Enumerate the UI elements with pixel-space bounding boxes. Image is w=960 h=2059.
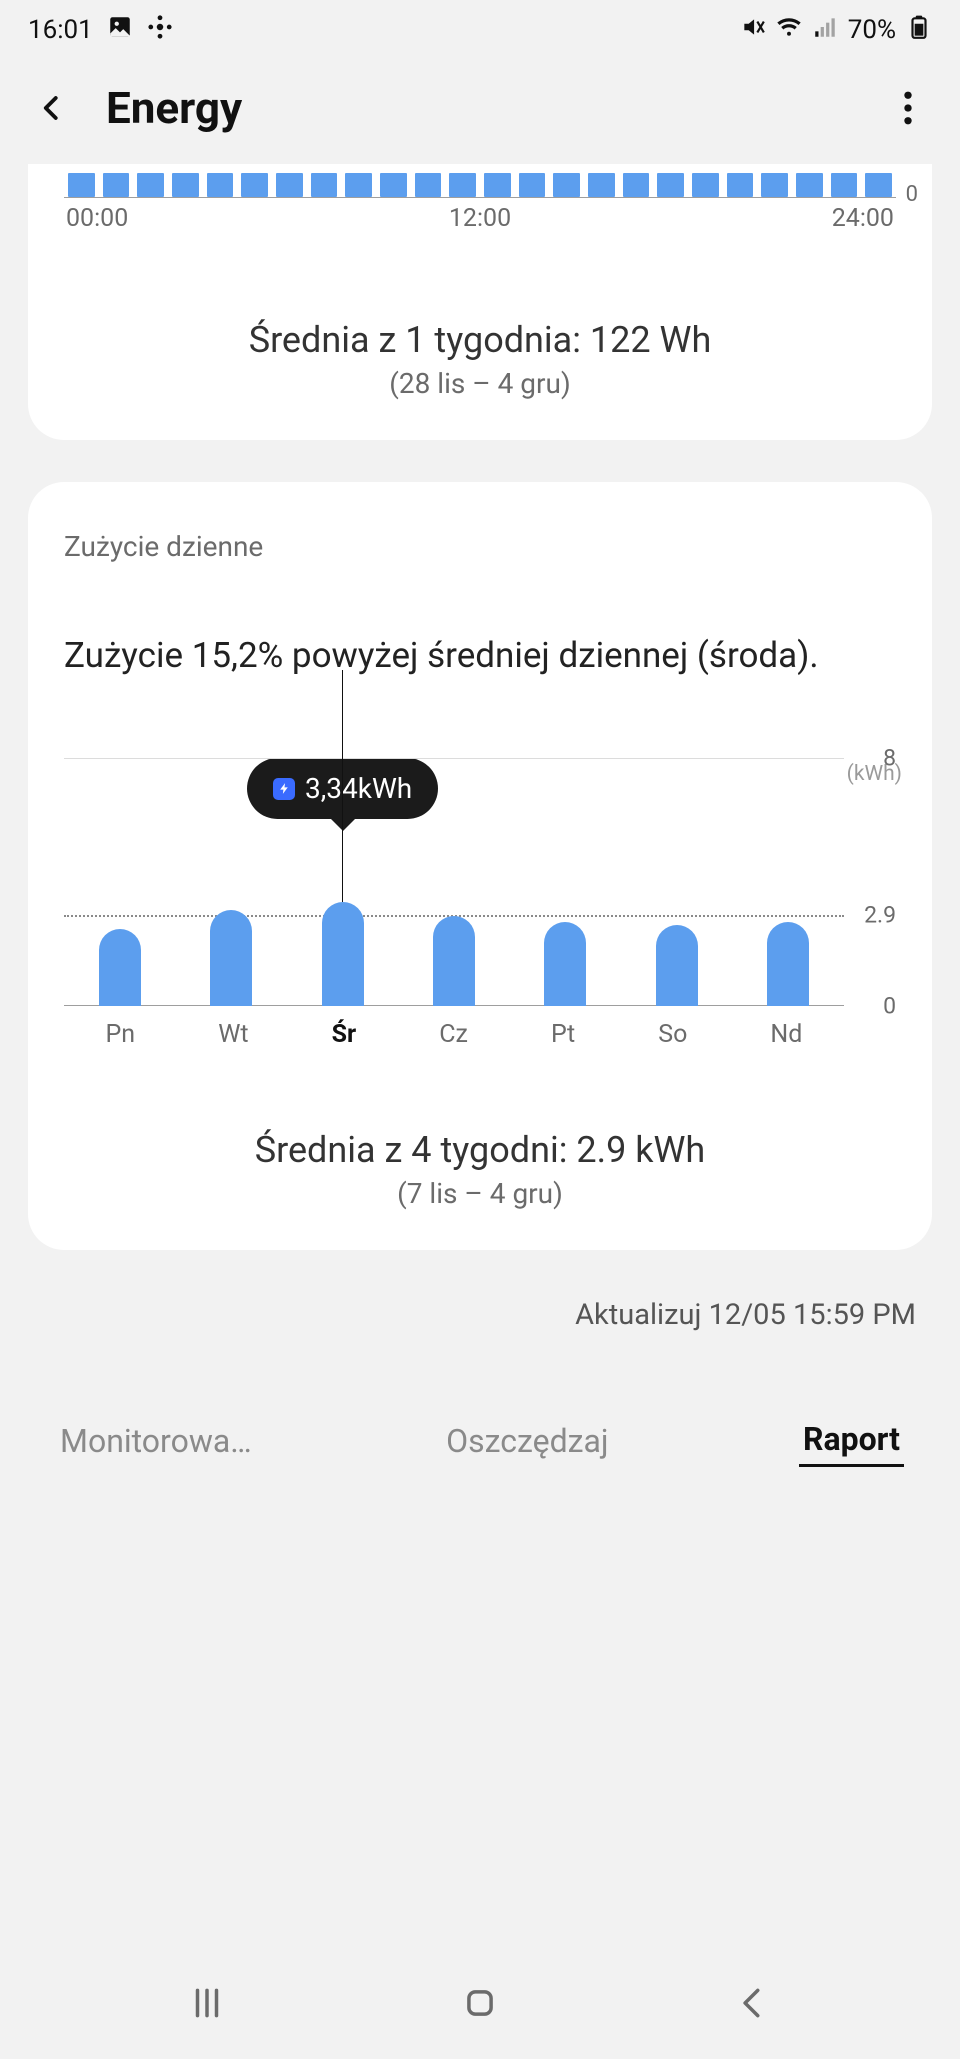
daily-bar[interactable] <box>322 902 364 1006</box>
signal-icon <box>812 14 838 47</box>
back-icon <box>734 1984 772 2022</box>
daily-section-label: Zużycie dzienne <box>64 530 896 563</box>
x-tick-label: Śr <box>332 1020 357 1049</box>
smartthings-icon <box>147 14 173 47</box>
daily-bar[interactable] <box>656 925 698 1006</box>
x-tick-label: Pt <box>551 1020 575 1049</box>
hourly-summary-sub: (28 lis – 4 gru) <box>64 367 896 400</box>
hourly-x-tick: 00:00 <box>66 204 128 233</box>
app-header: Energy <box>0 60 960 164</box>
status-battery-text: 70% <box>848 15 896 45</box>
home-icon <box>461 1984 499 2022</box>
mute-icon <box>740 14 766 47</box>
hourly-summary-title: Średnia z 1 tygodnia: 122 Wh <box>64 319 896 361</box>
x-tick-label: Wt <box>218 1020 248 1049</box>
nav-recents-button[interactable] <box>178 1974 236 2036</box>
daily-summary-sub: (7 lis – 4 gru) <box>64 1177 896 1210</box>
x-tick-label: So <box>658 1020 687 1049</box>
y-tick-avg: 2.9 <box>864 902 896 929</box>
back-button[interactable] <box>28 84 76 132</box>
nav-back-button[interactable] <box>724 1974 782 2036</box>
hourly-mini-chart: 0 <box>64 168 896 198</box>
daily-chart[interactable]: 3,34kWh (kWh) 8 2.9 0 PnWtŚrCzPtSoNd <box>64 758 896 1049</box>
daily-summary-title: Średnia z 4 tygodni: 2.9 kWh <box>64 1129 896 1171</box>
x-tick-label: Cz <box>439 1020 468 1049</box>
hourly-average-card: 0 00:00 12:00 24:00 Średnia z 1 tygodnia… <box>28 164 932 440</box>
y-tick-max: 8 <box>883 745 896 772</box>
nav-home-button[interactable] <box>451 1974 509 2036</box>
daily-bar[interactable] <box>767 922 809 1006</box>
more-options-button[interactable] <box>884 84 932 132</box>
system-nav-bar <box>0 1951 960 2059</box>
daily-headline: Zużycie 15,2% powyżej średniej dziennej … <box>64 631 896 680</box>
status-bar: 16:01 70% <box>0 0 960 60</box>
x-tick-label: Nd <box>770 1020 802 1049</box>
daily-bar[interactable] <box>210 910 252 1006</box>
bottom-tabs: Monitorowa… Oszczędzaj Raport <box>0 1362 960 1509</box>
more-vertical-icon <box>903 91 913 125</box>
hourly-x-tick: 12:00 <box>449 204 511 233</box>
update-timestamp: Aktualizuj 12/05 15:59 PM <box>0 1298 960 1332</box>
battery-icon <box>906 14 932 47</box>
status-time: 16:01 <box>28 15 93 45</box>
wifi-icon <box>776 14 802 47</box>
chevron-left-icon <box>37 93 67 123</box>
daily-bar[interactable] <box>544 922 586 1006</box>
x-tick-label: Pn <box>106 1020 136 1049</box>
daily-x-axis: Pn Wt Śr Cz Pt So Nd <box>64 1020 844 1049</box>
hourly-x-axis: 00:00 12:00 24:00 <box>64 204 896 233</box>
tab-monitoring[interactable]: Monitorowa… <box>56 1416 256 1466</box>
daily-usage-card: Zużycie dzienne Zużycie 15,2% powyżej śr… <box>28 482 932 1250</box>
tab-save[interactable]: Oszczędzaj <box>442 1416 612 1466</box>
daily-bar[interactable] <box>99 929 141 1007</box>
page-title: Energy <box>106 82 242 134</box>
tab-report[interactable]: Raport <box>799 1414 904 1467</box>
hourly-y-zero: 0 <box>906 182 918 207</box>
gallery-icon <box>107 14 133 47</box>
recents-icon <box>188 1984 226 2022</box>
y-tick-zero: 0 <box>883 993 896 1020</box>
hourly-x-tick: 24:00 <box>832 204 894 233</box>
daily-bar[interactable] <box>433 916 475 1006</box>
